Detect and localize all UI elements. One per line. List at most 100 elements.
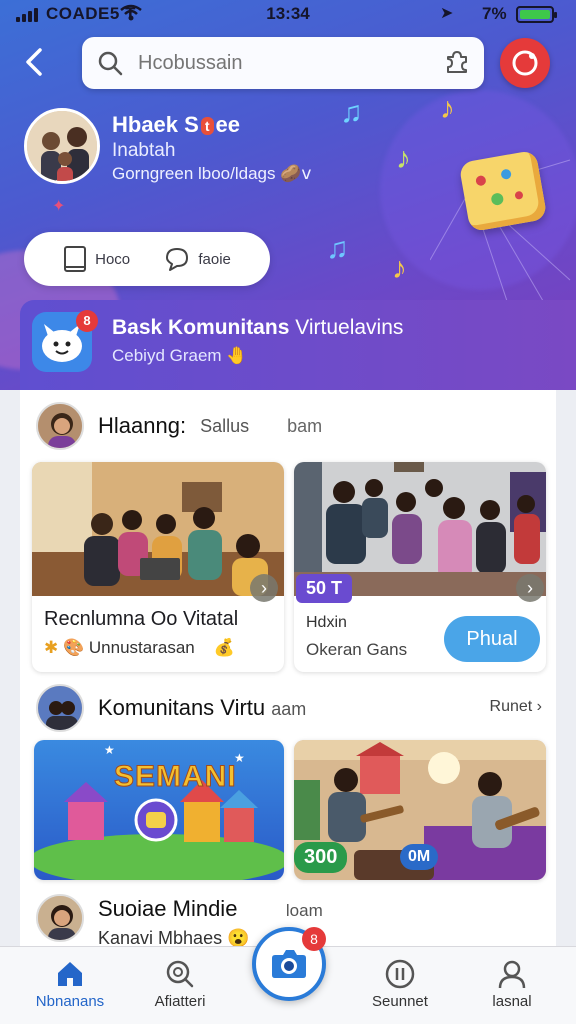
pause-circle-icon [350, 955, 450, 993]
status-bar: COADE5 T 13:34 ➤ 7% [0, 0, 576, 28]
bottom-navigation: Nbnanans Afiatteri 8 Seunnet lasnal [0, 927, 576, 1024]
chevron-right-icon[interactable]: › [516, 574, 544, 602]
comment-icon [166, 248, 189, 271]
comment-action-label: faoie [198, 250, 231, 268]
section-status: Sallus [200, 415, 250, 436]
community-subtitle: Cebiyd Graem 🤚 [112, 346, 248, 366]
avatar[interactable] [36, 894, 84, 942]
music-note-icon: ♪ [396, 142, 411, 175]
profile-name-tag: t [200, 117, 214, 136]
music-note-icon: ♫ [326, 232, 349, 265]
chevron-left-icon [26, 48, 42, 76]
section-title-main: Komunitans Virtu [98, 695, 266, 720]
game-card[interactable]: ★ ★ SEMANI [34, 740, 284, 880]
nav-explore[interactable]: Afiatteri [130, 955, 230, 1010]
profile-name-part: ee [215, 112, 240, 137]
record-button[interactable] [500, 38, 550, 88]
home-icon [20, 955, 120, 993]
music-note-icon: ♫ [340, 96, 363, 129]
avatar[interactable] [36, 402, 84, 450]
play-button[interactable]: Phual [444, 616, 540, 662]
post-emoji: 💰 [213, 638, 235, 657]
post-subtitle-text: Unnustarasan [88, 638, 195, 657]
search-bar[interactable] [82, 37, 484, 89]
notification-badge: 8 [302, 927, 326, 951]
nav-moment-label: Seunnet [372, 993, 428, 1010]
game-title: SEMANI [114, 760, 237, 794]
community-title: Bask Komunitans Virtuelavins [112, 316, 403, 340]
post-card[interactable]: › Recnlumna Oo Vitatal ✱ 🎨 Unnustarasan … [32, 462, 284, 672]
hand-icon: 🤚 [226, 346, 248, 365]
chevron-right-icon: › [536, 698, 542, 715]
nav-profile-label: lasnal [492, 993, 532, 1010]
see-all-link[interactable]: Runet › [490, 698, 542, 716]
music-card[interactable]: 300 0M [294, 740, 546, 880]
sparkle-icon: ✱ [44, 638, 59, 657]
community-banner[interactable]: 8 Bask Komunitans Virtuelavins Cebiyd Gr… [20, 300, 576, 390]
battery-percent: 7% [482, 4, 507, 23]
section-emoji: 😮 [227, 928, 250, 948]
profile-name-part: Hbaek S [112, 112, 199, 137]
home-action-button[interactable]: Hoco [63, 245, 130, 273]
camera-icon [272, 950, 306, 978]
star-icon: ✦ [52, 198, 66, 215]
game-cube-icon [458, 149, 548, 233]
section-title-row: Suoiae Mindie loam [98, 896, 323, 922]
search-icon [82, 50, 138, 76]
score-badge-green: 300 [294, 842, 348, 873]
post-card[interactable]: 50 T › Hdxin Okeran Gans Phual [294, 462, 546, 672]
community-title-rest: Virtuelavins [295, 316, 404, 339]
post-line1: Hdxin [306, 614, 347, 631]
profile-detail: Gorngreen lboo/ldags 🥔ⅴ [112, 164, 311, 184]
count-badge: 50 T [296, 574, 353, 603]
nav-moment[interactable]: Seunnet [350, 955, 450, 1010]
battery-icon [516, 6, 557, 23]
explore-icon [130, 955, 230, 993]
post-image [32, 462, 284, 596]
profile-name: Hbaek St ee [112, 112, 240, 138]
see-all-label: Runet [489, 698, 533, 715]
back-button[interactable] [22, 42, 58, 84]
score-badge-blue: 0M [400, 844, 439, 870]
nav-home-label: Nbnanans [35, 993, 105, 1010]
section-title: Komunitans Virtu aam [98, 695, 306, 721]
notification-badge: 8 [76, 310, 98, 332]
community-subtitle-text: Cebiyd Graem [112, 346, 222, 365]
section-extra: loam [285, 901, 323, 920]
section-title: Suoiae Mindie [98, 896, 238, 921]
section-extra: bam [287, 415, 323, 436]
home-action-label: Hoco [95, 250, 131, 268]
bookmark-icon [64, 246, 87, 272]
profile-detail-emoji: 🥔ⅴ [280, 164, 312, 183]
post-title: Recnlumna Oo Vitatal [44, 608, 239, 630]
community-logo: 8 [32, 310, 98, 372]
action-pill: Hoco faoie [24, 232, 270, 286]
nav-explore-label: Afiatteri [154, 993, 206, 1010]
comment-action-button[interactable]: faoie [164, 246, 231, 272]
feed: Hlaanng: Sallus bam › Recnlumna Oo Vitat… [20, 390, 556, 950]
section-header: Komunitans Virtu aam [36, 684, 306, 732]
location-icon: ➤ [440, 5, 454, 22]
person-icon [462, 955, 562, 993]
section-title: Hlaanng: [98, 413, 187, 438]
section-title-rest: aam [271, 699, 307, 719]
avatar[interactable] [24, 108, 100, 184]
nav-home[interactable]: Nbnanans [20, 955, 120, 1010]
profile-detail-text: Gorngreen lboo/ldags [112, 164, 276, 183]
community-title-main: Bask Komunitans [112, 316, 290, 339]
section-subtitle-text: Kanavi Mbhaes [98, 928, 223, 948]
svg-text:★: ★ [104, 743, 115, 757]
palette-icon: 🎨 [62, 638, 85, 657]
post-subtitle: ✱ 🎨 Unnustarasan 💰 [44, 638, 235, 658]
post-line2: Okeran Gans [306, 640, 408, 659]
music-note-icon: ♪ [440, 92, 455, 125]
center-camera-button[interactable]: 8 [252, 927, 326, 1001]
chevron-right-icon[interactable]: › [250, 574, 278, 602]
record-icon [512, 50, 538, 76]
avatar[interactable] [36, 684, 84, 732]
puzzle-icon[interactable] [444, 49, 470, 80]
profile-subtitle: Inabtah [112, 140, 176, 161]
nav-profile[interactable]: lasnal [462, 955, 562, 1010]
music-note-icon: ♪ [392, 252, 407, 285]
search-input[interactable] [138, 51, 438, 75]
